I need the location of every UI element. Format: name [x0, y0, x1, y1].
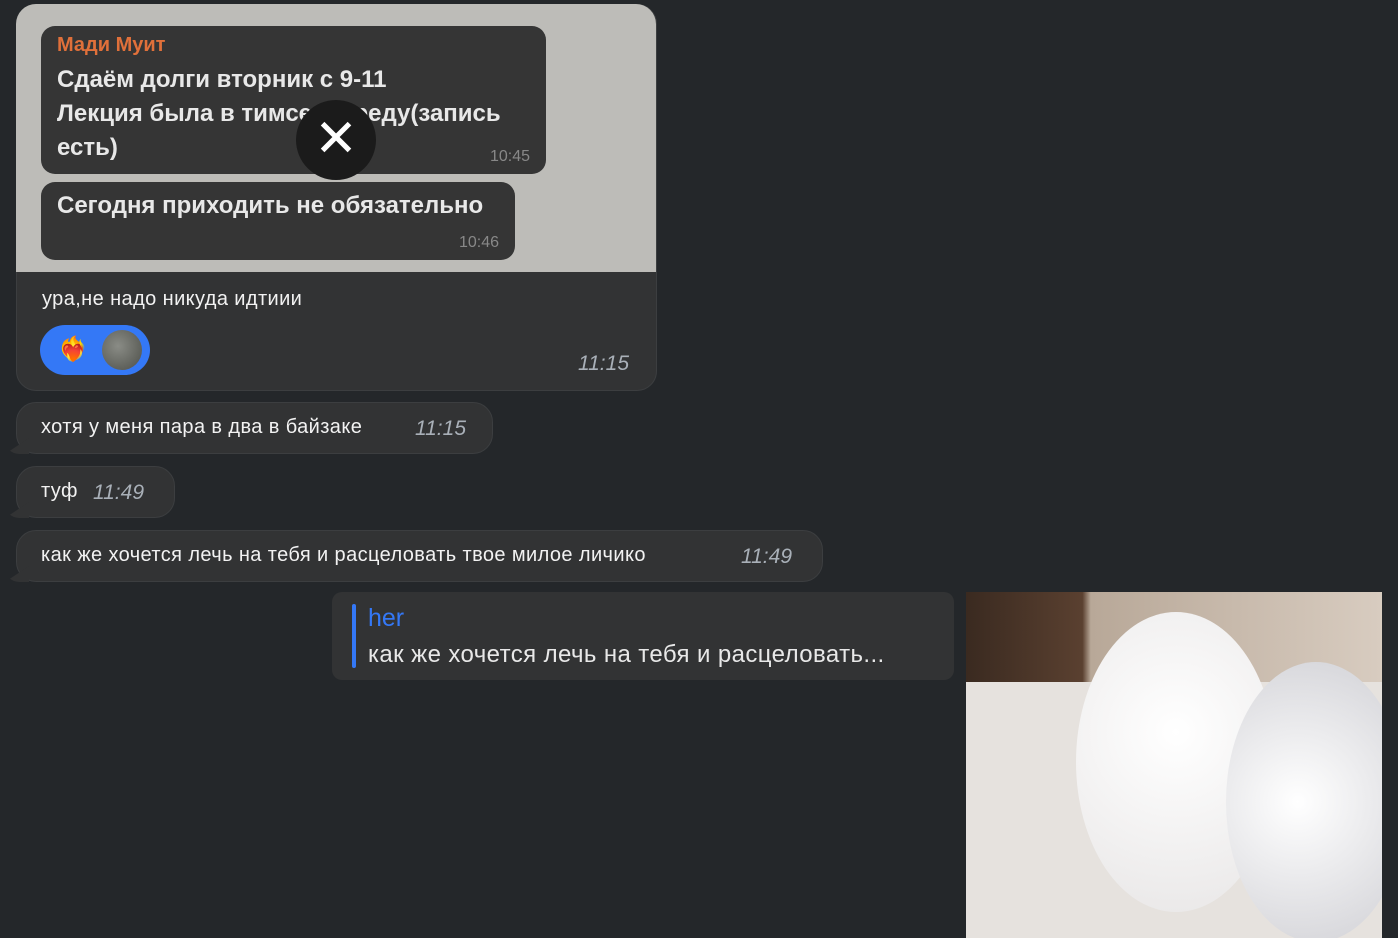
time: 11:15 — [415, 417, 466, 440]
line: Сдаём долги вторник с 9-11 — [57, 66, 387, 93]
time: 11:49 — [741, 545, 792, 568]
sender-name: Мади Муит — [57, 34, 166, 56]
quote-bar — [352, 604, 356, 668]
forwarded-message-1: Мади Муит Сдаём долги вторник с 9-11 Лек… — [41, 26, 546, 174]
message-text: ура,не надо никуда идтиии — [42, 288, 303, 310]
line: есть) — [57, 134, 118, 161]
message-text: хотя у меня пара в два в байзаке — [41, 416, 363, 438]
message-bubble: хотя у меня пара в два в байзаке 11:15 — [5, 402, 493, 454]
time: 11:15 — [578, 352, 629, 375]
avatar — [102, 330, 142, 370]
reply-author: her — [368, 604, 405, 632]
fire-heart-icon: ❤️‍🔥 — [58, 336, 88, 363]
time: 10:46 — [458, 234, 499, 251]
forwarded-message-2: Сегодня приходить не обязательно 10:46 — [41, 182, 515, 260]
reply-quote[interactable]: her как же хочется лечь на тебя и расцел… — [332, 592, 954, 680]
line: Лекция была в тимсе в среду(запись — [57, 100, 501, 127]
line: Сегодня приходить не обязательно — [57, 192, 484, 219]
reaction-pill[interactable]: ❤️‍🔥 — [40, 325, 150, 375]
screenshot-image[interactable]: Мади Муит Сдаём долги вторник с 9-11 Лек… — [16, 4, 656, 272]
reply-text: как же хочется лечь на тебя и расцеловат… — [368, 641, 885, 668]
time: 10:45 — [489, 148, 530, 165]
kittens-image[interactable] — [966, 592, 1382, 938]
message-text: как же хочется лечь на тебя и расцеловат… — [41, 544, 646, 566]
message-bubble: туф 11:49 — [5, 466, 175, 518]
close-icon[interactable]: ✕ — [296, 100, 376, 180]
message-text: туф — [41, 480, 78, 502]
message-bubble: как же хочется лечь на тебя и расцеловат… — [5, 530, 823, 582]
time: 11:49 — [93, 481, 144, 504]
